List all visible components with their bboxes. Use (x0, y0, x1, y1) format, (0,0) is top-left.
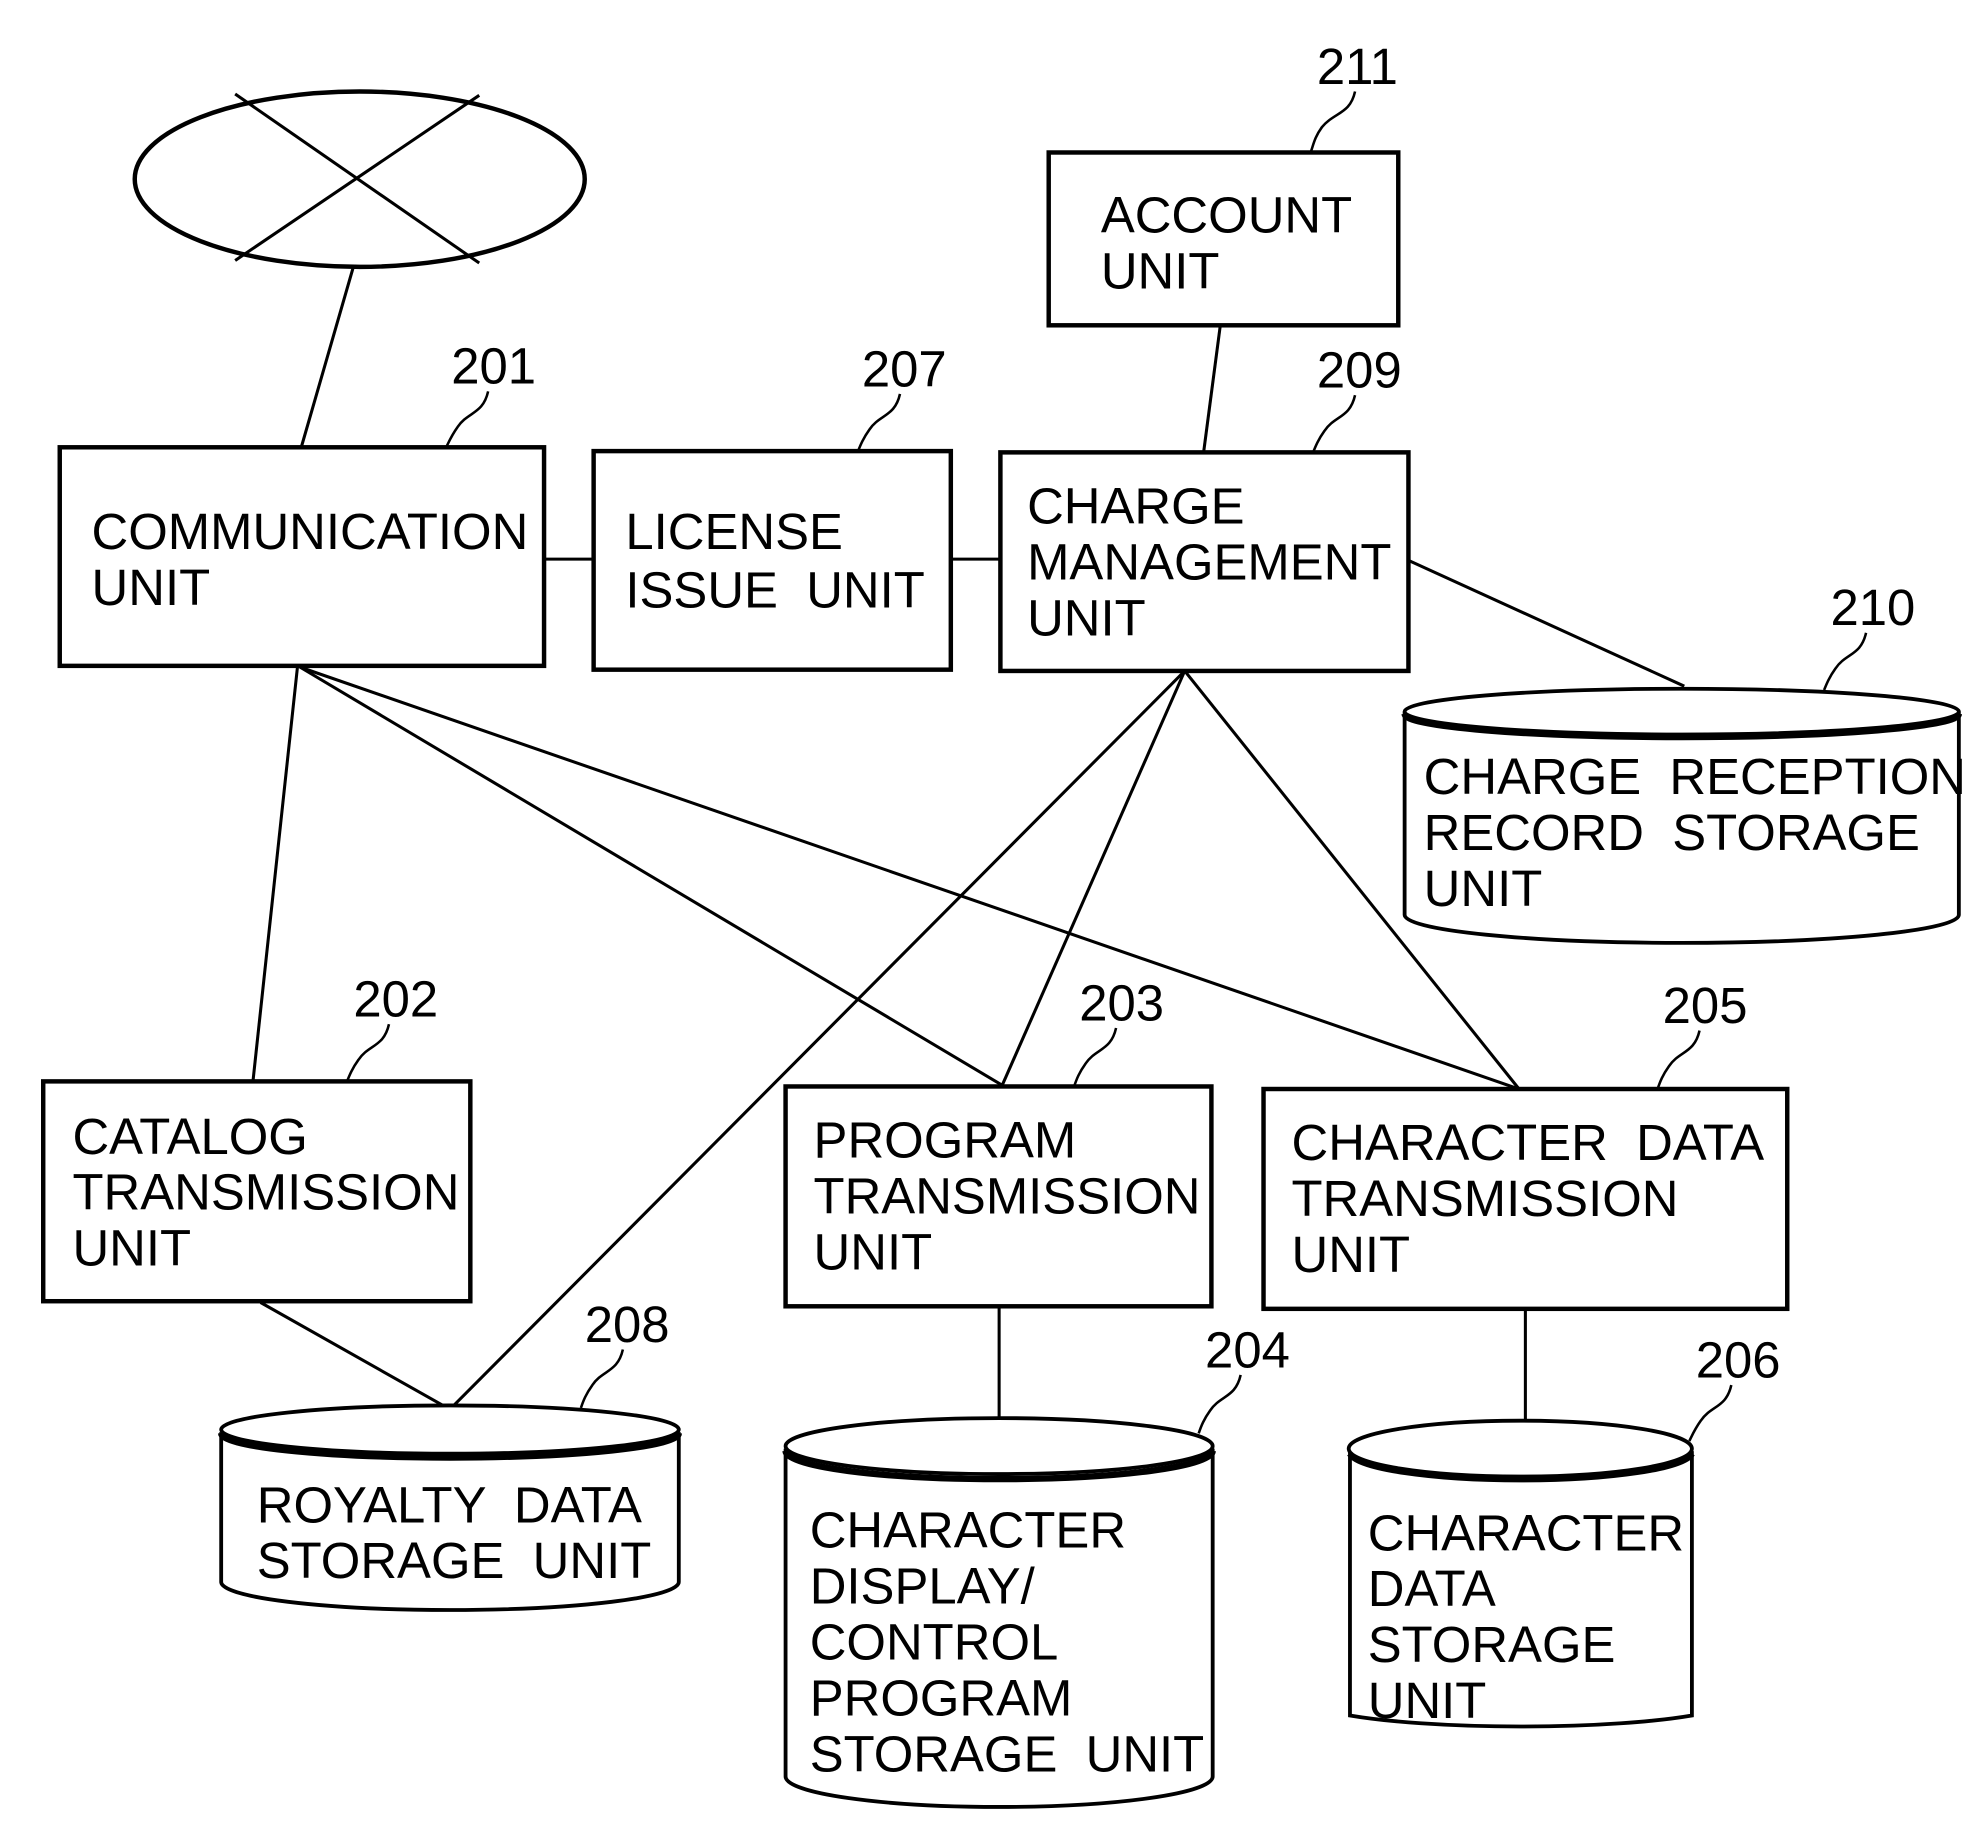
connection-network-communication (299, 266, 355, 448)
communication-unit: COMMUNICATION UNIT 201 (57, 338, 547, 669)
system-block-diagram: ACCOUNT UNIT 211 COMMUNICATION UNIT 201 LI… (40, 38, 1966, 1809)
charge-management-unit: CHARGE MANAGEMENT UNIT 209 (998, 342, 1411, 674)
character-data-transmission-label-1: CHARACTER DATA (1291, 1114, 1764, 1171)
ref-205: 205 (1663, 977, 1748, 1034)
ref-204: 204 (1205, 1321, 1290, 1378)
character-display-control-program-storage: CHARACTER DISPLAY/CONTROL PROGRAM STORAGE U… (782, 1321, 1290, 1809)
character-data-storage-label-3: STORAGE (1368, 1616, 1616, 1673)
catalog-transmission-unit: CATALOG TRANSMISSION UNIT 202 (40, 971, 473, 1304)
ref-211: 211 (1317, 38, 1398, 95)
program-storage-label-2: DISPLAY/ (810, 1558, 1036, 1615)
program-transmission-unit: PROGRAM TRANSMISSION UNIT 203 (783, 974, 1214, 1309)
royalty-data-label-1: ROYALTY DATA (257, 1476, 642, 1533)
license-issue-unit-label-2: ISSUE UNIT (625, 561, 924, 618)
connection-catalog-royalty (259, 1301, 449, 1410)
account-unit-label-1: ACCOUNT (1101, 187, 1352, 244)
ref-206: 206 (1696, 1331, 1781, 1388)
charge-management-unit-label-3: UNIT (1027, 589, 1146, 646)
ref-208: 208 (585, 1296, 670, 1353)
charge-management-unit-label-2: MANAGEMENT (1027, 533, 1391, 590)
catalog-transmission-label-1: CATALOG (72, 1108, 307, 1165)
program-transmission-label-2: TRANSMISSION (814, 1168, 1201, 1225)
program-storage-label-1: CHARACTER (810, 1502, 1126, 1559)
ref-209: 209 (1317, 342, 1402, 399)
communication-unit-label-2: UNIT (92, 559, 211, 616)
program-transmission-label-1: PROGRAM (814, 1112, 1077, 1169)
catalog-transmission-label-2: TRANSMISSION (72, 1164, 459, 1221)
royalty-data-storage: ROYALTY DATA STORAGE UNIT 208 (218, 1296, 682, 1612)
character-data-storage-label-2: DATA (1368, 1560, 1496, 1617)
charge-management-unit-label-1: CHARGE (1027, 478, 1245, 535)
license-issue-unit-label-1: LICENSE (625, 503, 843, 560)
network-cloud-icon (132, 89, 587, 270)
charge-reception-record-label-2: RECORD STORAGE (1424, 804, 1920, 861)
character-data-transmission-label-2: TRANSMISSION (1291, 1170, 1678, 1227)
svg-text:ROYALTY DATASTORAGE UNIT: ROYALTY DATA STORAGE UNIT (257, 1476, 652, 1589)
connection-charge-reception-record (1407, 558, 1685, 688)
connection-account-charge (1202, 325, 1222, 452)
ref-201: 201 (451, 338, 536, 395)
royalty-data-label-2: STORAGE UNIT (257, 1532, 652, 1589)
charge-reception-record-label-1: CHARGE RECEPTION (1424, 748, 1966, 805)
program-transmission-label-3: UNIT (814, 1223, 933, 1280)
character-data-storage-label-1: CHARACTER (1368, 1504, 1684, 1561)
account-unit: ACCOUNT UNIT 211 (1046, 38, 1401, 328)
ref-207: 207 (862, 340, 947, 397)
communication-unit-label-1: COMMUNICATION (92, 503, 529, 560)
character-data-storage-label-4: UNIT (1368, 1672, 1487, 1729)
charge-reception-record-label-3: UNIT (1424, 860, 1543, 917)
connection-communication-catalog (251, 666, 299, 1082)
ref-202: 202 (353, 971, 438, 1028)
ref-210: 210 (1830, 579, 1915, 636)
account-unit-label-2: UNIT (1101, 242, 1220, 299)
ref-203: 203 (1079, 974, 1164, 1031)
program-storage-label-5: STORAGE UNIT (810, 1725, 1205, 1782)
connection-communication-character-data-tx (299, 665, 1520, 1091)
character-data-transmission-label-3: UNIT (1291, 1226, 1410, 1283)
catalog-transmission-label-3: UNIT (72, 1220, 191, 1277)
program-storage-label-4: PROGRAM (810, 1669, 1073, 1726)
license-issue-unit: LICENSE ISSUE UNIT 207 (591, 340, 954, 672)
character-data-storage: CHARACTER DATA STORAGE UNIT 206 (1346, 1331, 1781, 1729)
program-storage-label-3: CONTROL (810, 1614, 1059, 1671)
charge-reception-record-storage: CHARGE RECEPTION RECORD STORAGE UNIT 210 (1401, 579, 1966, 945)
